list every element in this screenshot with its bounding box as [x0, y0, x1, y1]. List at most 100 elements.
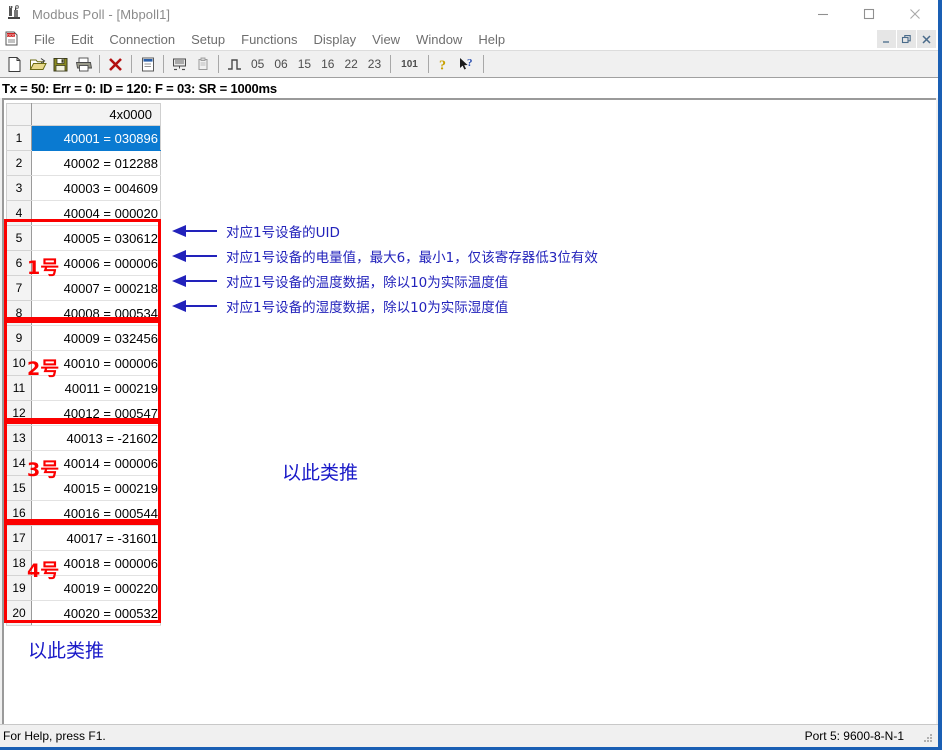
new-file-icon[interactable] — [3, 53, 26, 75]
register-value[interactable]: 40012 = 000547 — [31, 400, 161, 426]
table-row[interactable]: 17 40017 = -31601 — [6, 525, 161, 551]
register-value[interactable]: 40020 = 000532 — [31, 600, 161, 626]
menu-item-connection[interactable]: Connection — [101, 31, 183, 48]
print-icon[interactable] — [72, 53, 95, 75]
table-header-row: 4x0000 — [6, 103, 161, 126]
context-help-icon[interactable]: ? — [456, 53, 479, 75]
mdi-child-controls — [877, 30, 936, 48]
function-code-22[interactable]: 22 — [339, 57, 362, 71]
toolbar-separator — [218, 55, 219, 73]
left-arrow-icon — [172, 275, 217, 287]
toolbar-separator — [131, 55, 132, 73]
toolbar-separator — [99, 55, 100, 73]
register-value[interactable]: 40004 = 000020 — [31, 200, 161, 226]
register-value[interactable]: 40001 = 030896 — [31, 125, 161, 151]
row-index: 7 — [6, 275, 32, 301]
annotation-text: 对应1号设备的温度数据，除以10为实际温度值 — [226, 275, 509, 291]
mdi-restore-button[interactable] — [897, 30, 916, 48]
register-value[interactable]: 40017 = -31601 — [31, 525, 161, 551]
toolbar-separator — [163, 55, 164, 73]
function-code-06[interactable]: 06 — [269, 57, 292, 71]
function-code-15[interactable]: 15 — [293, 57, 316, 71]
maximize-button[interactable] — [846, 0, 892, 28]
register-value[interactable]: 40008 = 000534 — [31, 300, 161, 326]
status-help-hint: For Help, press F1. — [3, 729, 106, 743]
help-question-icon[interactable]: ? — [433, 53, 456, 75]
row-index: 5 — [6, 225, 32, 251]
decimal-format-button[interactable]: 101 — [395, 59, 424, 70]
table-row[interactable]: 9 40009 = 032456 — [6, 325, 161, 351]
table-row[interactable]: 12 40012 = 000547 — [6, 400, 161, 426]
row-index: 2 — [6, 150, 32, 176]
annotation-uid: 对应1号设备的UID — [172, 221, 340, 241]
function-01-icon[interactable] — [223, 53, 246, 75]
annotation-temperature: 对应1号设备的温度数据，除以10为实际温度值 — [172, 271, 508, 291]
svg-text:?: ? — [439, 58, 446, 73]
register-value[interactable]: 40016 = 000544 — [31, 500, 161, 526]
title-bar: Modbus Poll - [Mbpoll1] — [0, 0, 938, 28]
register-value[interactable]: 40007 = 000218 — [31, 275, 161, 301]
left-arrow-icon — [172, 250, 217, 262]
table-row[interactable]: 7 40007 = 000218 — [6, 275, 161, 301]
menu-item-view[interactable]: View — [364, 31, 408, 48]
status-port-info: Port 5: 9600-8-N-1 — [804, 729, 904, 743]
group-label-device-4: 4号 — [27, 560, 60, 582]
function-code-16[interactable]: 16 — [316, 57, 339, 71]
row-index: 3 — [6, 175, 32, 201]
copy-icon[interactable] — [191, 53, 214, 75]
minimize-button[interactable] — [800, 0, 846, 28]
menu-item-display[interactable]: Display — [306, 31, 365, 48]
annotation-text: 对应1号设备的湿度数据，除以10为实际湿度值 — [226, 300, 509, 316]
open-file-icon[interactable] — [26, 53, 49, 75]
mdi-minimize-button[interactable] — [877, 30, 896, 48]
read-write-definition-icon[interactable] — [136, 53, 159, 75]
menu-item-file[interactable]: File — [26, 31, 63, 48]
menu-item-edit[interactable]: Edit — [63, 31, 101, 48]
group-label-device-3: 3号 — [27, 459, 60, 481]
mdi-close-button[interactable] — [917, 30, 936, 48]
row-index: 1 — [6, 125, 32, 151]
table-row[interactable]: 5 40005 = 030612 — [6, 225, 161, 251]
group-label-device-2: 2号 — [27, 358, 60, 380]
row-index: 12 — [6, 400, 32, 426]
function-code-05[interactable]: 05 — [246, 57, 269, 71]
menu-item-help[interactable]: Help — [470, 31, 513, 48]
table-row[interactable]: 3 40003 = 004609 — [6, 175, 161, 201]
register-value[interactable]: 40009 = 032456 — [31, 325, 161, 351]
modbus-poll-icon — [6, 4, 26, 24]
row-index: 8 — [6, 300, 32, 326]
menu-item-window[interactable]: Window — [408, 31, 470, 48]
table-row[interactable]: 2 40002 = 012288 — [6, 150, 161, 176]
annotation-humidity: 对应1号设备的湿度数据，除以10为实际湿度值 — [172, 296, 508, 316]
table-row[interactable]: 13 40013 = -21602 — [6, 425, 161, 451]
save-file-icon[interactable] — [49, 53, 72, 75]
register-value[interactable]: 40013 = -21602 — [31, 425, 161, 451]
row-index: 13 — [6, 425, 32, 451]
toolbar-separator — [482, 55, 484, 73]
menu-item-functions[interactable]: Functions — [233, 31, 305, 48]
row-index: 9 — [6, 325, 32, 351]
table-row[interactable]: 4 40004 = 000020 — [6, 200, 161, 226]
table-row[interactable]: 8 40008 = 000534 — [6, 300, 161, 326]
table-column-header: 4x0000 — [31, 103, 161, 126]
table-row[interactable]: 20 40020 = 000532 — [6, 600, 161, 626]
resize-grip-icon[interactable] — [922, 732, 934, 744]
table-row[interactable]: 16 40016 = 000544 — [6, 500, 161, 526]
toolbar-separator — [390, 55, 392, 73]
table-row[interactable]: 1 40001 = 030896 — [6, 125, 161, 151]
poll-definition-icon[interactable] — [168, 53, 191, 75]
close-button[interactable] — [892, 0, 938, 28]
register-value[interactable]: 40005 = 030612 — [31, 225, 161, 251]
left-arrow-icon — [172, 225, 217, 237]
row-index: 20 — [6, 600, 32, 626]
window-controls — [800, 0, 938, 28]
toolbar-separator — [427, 55, 429, 73]
left-arrow-icon — [172, 300, 217, 312]
register-value[interactable]: 40002 = 012288 — [31, 150, 161, 176]
function-code-23[interactable]: 23 — [363, 57, 386, 71]
annotation-text: 对应1号设备的电量值，最大6，最小1，仅该寄存器低3位有效 — [226, 250, 598, 266]
register-value[interactable]: 40003 = 004609 — [31, 175, 161, 201]
menu-item-setup[interactable]: Setup — [183, 31, 233, 48]
disconnect-icon[interactable] — [104, 53, 127, 75]
window-title: Modbus Poll - [Mbpoll1] — [32, 6, 171, 22]
